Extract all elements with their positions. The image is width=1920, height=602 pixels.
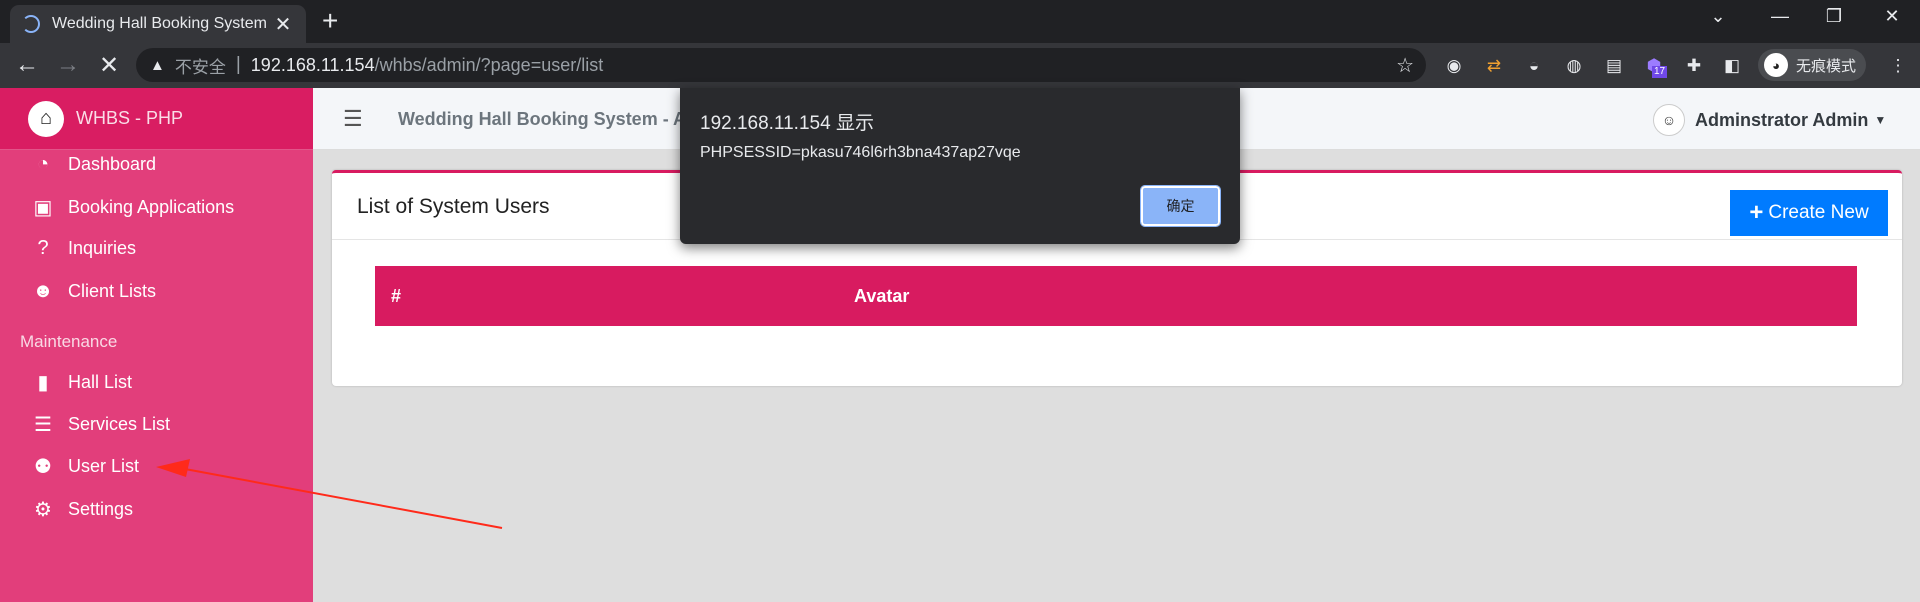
cogs-icon: ⚙ xyxy=(34,499,52,521)
warning-icon: ▲ xyxy=(150,56,165,74)
extension-cookie-icon[interactable]: ◍ xyxy=(1562,54,1586,78)
browser-tab-bar: Wedding Hall Booking System ✕ + ⌄ — ❐ ✕ xyxy=(0,0,1920,43)
user-menu[interactable]: ☺ Adminstrator Admin ▼ xyxy=(1653,104,1886,136)
extension-circle-icon[interactable]: ◉ xyxy=(1442,54,1466,78)
sidebar-item-booking-applications[interactable]: ▣ Booking Applications xyxy=(30,195,235,220)
restore-icon[interactable]: ❐ xyxy=(1814,6,1854,27)
sidebar-item-services-list[interactable]: ☰ Services List xyxy=(30,412,170,437)
clipboard-icon: ▣ xyxy=(33,197,53,219)
users-cog-icon: ⚉ xyxy=(34,456,52,478)
tachometer-icon: ◔ xyxy=(36,153,50,175)
brand-link[interactable]: ⌂ WHBS - PHP xyxy=(0,88,313,150)
sidebar-item-label: Services List xyxy=(68,414,171,434)
incognito-indicator[interactable]: ◕ 无痕模式 xyxy=(1758,49,1866,81)
extension-badge-count: 17 xyxy=(1652,66,1668,78)
side-panel-icon[interactable]: ◧ xyxy=(1720,54,1744,78)
dialog-title: 192.168.11.154 显示 xyxy=(700,113,874,134)
sidebar-item-user-list[interactable]: ⚉ User List xyxy=(30,454,139,479)
caret-down-icon: ▼ xyxy=(1874,113,1887,127)
dialog-message: PHPSESSID=pkasu746l6rh3bna437ap27vqe xyxy=(700,144,1021,161)
loading-spinner-icon xyxy=(22,15,40,33)
sidebar-item-hall-list[interactable]: ▮ Hall List xyxy=(30,370,132,395)
hamburger-menu-icon[interactable]: ☰ xyxy=(343,106,363,132)
sidebar-item-label: Inquiries xyxy=(68,238,137,258)
sidebar-item-label: User List xyxy=(68,456,140,476)
table-header-row: # Avatar xyxy=(375,266,1857,326)
sidebar-item-client-lists[interactable]: ☻ Client Lists xyxy=(30,280,156,303)
sidebar-item-label: Settings xyxy=(68,499,134,519)
minimize-icon[interactable]: — xyxy=(1760,6,1800,27)
separator: | xyxy=(235,54,241,75)
user-name: Adminstrator Admin xyxy=(1695,109,1869,130)
menu-kebab-icon[interactable]: ⋮ xyxy=(1886,54,1910,78)
plus-icon: + xyxy=(1749,199,1764,226)
sidebar-item-inquiries[interactable]: ? Inquiries xyxy=(30,237,136,260)
browser-tab[interactable]: Wedding Hall Booking System ✕ xyxy=(10,5,306,43)
sidebar-item-label: Client Lists xyxy=(68,281,157,301)
browser-toolbar: ← → ✕ ▲ 不安全 | 192.168.11.154 /whbs/admin… xyxy=(0,43,1920,88)
stop-loading-icon[interactable]: ✕ xyxy=(94,51,124,80)
column-header-avatar: Avatar xyxy=(854,286,910,306)
users-icon: ☻ xyxy=(32,280,54,302)
maintenance-header: Maintenance xyxy=(20,332,118,351)
sidebar-item-label: Dashboard xyxy=(68,154,157,174)
extension-hat-icon[interactable]: ◒ xyxy=(1522,54,1546,78)
sidebar-item-dashboard[interactable]: ◔ Dashboard xyxy=(30,153,156,176)
extension-badge-icon[interactable]: ⬢17 xyxy=(1642,54,1668,78)
sidebar-item-label: Hall List xyxy=(68,372,133,392)
close-window-icon[interactable]: ✕ xyxy=(1872,6,1912,27)
door-icon: ▮ xyxy=(37,372,49,394)
column-header-number: # xyxy=(391,286,402,306)
avatar: ☺ xyxy=(1653,104,1685,136)
sidebar-item-label: Booking Applications xyxy=(68,197,235,217)
brand-logo-icon: ⌂ xyxy=(28,100,64,137)
question-circle-icon: ? xyxy=(37,237,49,259)
forward-icon[interactable]: → xyxy=(53,51,83,79)
incognito-label: 无痕模式 xyxy=(1796,57,1857,75)
tab-search-icon[interactable]: ⌄ xyxy=(1698,6,1738,27)
dialog-ok-button[interactable]: 确定 xyxy=(1140,185,1221,227)
app-title: Wedding Hall Booking System - Ac xyxy=(398,109,697,129)
close-tab-icon[interactable]: ✕ xyxy=(272,12,294,37)
url-host: 192.168.11.154 xyxy=(250,54,375,75)
incognito-icon: ◕ xyxy=(1764,53,1788,77)
bookmark-star-icon[interactable]: ☆ xyxy=(1396,53,1414,78)
extension-translate-icon[interactable]: ⇄ xyxy=(1482,54,1506,78)
create-new-button[interactable]: + Create New xyxy=(1730,190,1888,236)
list-icon: ☰ xyxy=(34,414,52,436)
back-icon[interactable]: ← xyxy=(12,51,42,79)
address-bar[interactable]: ▲ 不安全 | 192.168.11.154 /whbs/admin/?page… xyxy=(136,48,1426,82)
sidebar-item-settings[interactable]: ⚙ Settings xyxy=(30,497,133,522)
brand-name: WHBS - PHP xyxy=(76,108,184,128)
tab-title: Wedding Hall Booking System xyxy=(52,15,267,32)
alert-dialog: 192.168.11.154 显示 PHPSESSID=pkasu746l6rh… xyxy=(680,88,1240,244)
extension-shield-icon[interactable]: ▤ xyxy=(1602,54,1626,78)
create-new-label: Create New xyxy=(1768,202,1869,223)
url-path: /whbs/admin/?page=user/list xyxy=(374,54,604,75)
security-label: 不安全 xyxy=(174,57,226,77)
sidebar: ⌂ WHBS - PHP ◔ Dashboard ▣ Booking Appli… xyxy=(0,88,313,602)
new-tab-icon[interactable]: + xyxy=(322,6,338,36)
extensions-puzzle-icon[interactable]: ✚ xyxy=(1682,54,1706,78)
card-title: List of System Users xyxy=(357,195,550,218)
